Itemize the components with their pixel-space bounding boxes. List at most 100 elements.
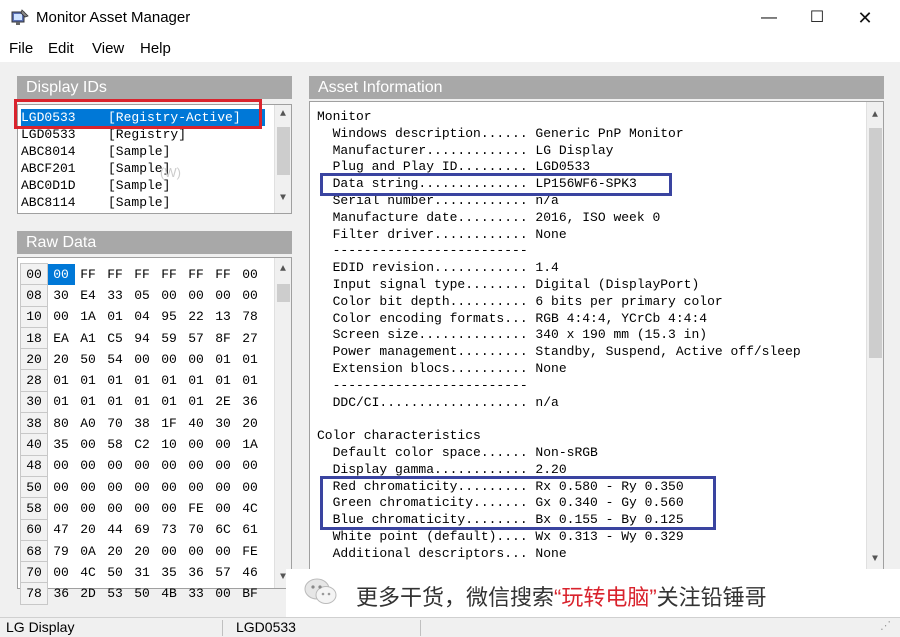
hex-byte[interactable]: 00 <box>183 434 210 455</box>
hex-byte[interactable]: 50 <box>75 349 102 370</box>
hex-byte[interactable]: FF <box>129 264 156 285</box>
hex-byte[interactable]: 00 <box>75 434 102 455</box>
hex-byte[interactable]: 00 <box>129 476 156 497</box>
hex-byte[interactable]: 00 <box>129 349 156 370</box>
hex-byte[interactable]: 00 <box>48 455 75 476</box>
hex-byte[interactable]: 00 <box>183 476 210 497</box>
hex-byte[interactable]: 27 <box>237 327 264 348</box>
minimize-button[interactable]: — <box>746 0 792 36</box>
display-id-item[interactable]: ABC8014 [Sample] <box>21 143 170 160</box>
hex-byte[interactable]: 53 <box>102 583 129 604</box>
hex-byte[interactable]: 8F <box>210 327 237 348</box>
hex-byte[interactable]: 00 <box>210 498 237 519</box>
hex-byte[interactable]: 00 <box>75 498 102 519</box>
hex-byte[interactable]: C5 <box>102 327 129 348</box>
hex-byte[interactable]: 73 <box>156 519 183 540</box>
hex-byte[interactable]: FF <box>156 264 183 285</box>
hex-byte[interactable]: 00 <box>183 285 210 306</box>
hex-byte[interactable]: 58 <box>102 434 129 455</box>
hex-byte[interactable]: 00 <box>183 540 210 561</box>
hex-byte[interactable]: 00 <box>48 498 75 519</box>
hex-byte[interactable]: 01 <box>156 370 183 391</box>
hex-byte[interactable]: 44 <box>102 519 129 540</box>
hex-byte[interactable]: FF <box>75 264 102 285</box>
hex-byte[interactable]: 36 <box>237 391 264 412</box>
menu-help[interactable]: Help <box>140 40 171 57</box>
hex-byte[interactable]: 00 <box>237 264 264 285</box>
maximize-button[interactable]: ☐ <box>794 0 840 36</box>
scroll-up-icon[interactable]: ▲ <box>275 264 291 275</box>
hex-byte[interactable]: 47 <box>48 519 75 540</box>
hex-byte[interactable]: 00 <box>210 285 237 306</box>
hex-byte[interactable]: 13 <box>210 306 237 327</box>
hex-byte[interactable]: 1A <box>237 434 264 455</box>
scroll-thumb[interactable] <box>869 128 882 358</box>
hex-byte[interactable]: 4C <box>237 498 264 519</box>
menu-view[interactable]: View <box>92 40 124 57</box>
hex-byte[interactable]: 00 <box>48 306 75 327</box>
hex-byte[interactable]: 00 <box>156 349 183 370</box>
hex-byte[interactable]: 20 <box>48 349 75 370</box>
hex-byte[interactable]: FE <box>237 540 264 561</box>
hex-byte[interactable]: 00 <box>156 476 183 497</box>
hex-byte[interactable]: 00 <box>75 455 102 476</box>
hex-byte[interactable]: 20 <box>75 519 102 540</box>
hex-byte[interactable]: 00 <box>102 476 129 497</box>
hex-byte[interactable]: 59 <box>156 327 183 348</box>
hex-byte[interactable]: 00 <box>48 476 75 497</box>
hex-byte[interactable]: C2 <box>129 434 156 455</box>
hex-byte[interactable]: 2D <box>75 583 102 604</box>
hex-byte[interactable]: 01 <box>129 370 156 391</box>
hex-byte[interactable]: 2E <box>210 391 237 412</box>
hex-byte[interactable]: 1F <box>156 413 183 434</box>
hex-byte[interactable]: 00 <box>48 562 75 583</box>
hex-byte[interactable]: 04 <box>129 306 156 327</box>
hex-byte[interactable]: 01 <box>183 391 210 412</box>
hex-byte[interactable]: 36 <box>48 583 75 604</box>
hex-byte[interactable]: 31 <box>129 562 156 583</box>
scroll-down-icon[interactable]: ▼ <box>275 193 291 204</box>
hex-byte[interactable]: 79 <box>48 540 75 561</box>
hex-byte[interactable]: A1 <box>75 327 102 348</box>
hex-byte[interactable]: 35 <box>156 562 183 583</box>
hex-byte[interactable]: 95 <box>156 306 183 327</box>
hex-byte[interactable]: FE <box>183 498 210 519</box>
hex-byte[interactable]: 78 <box>237 306 264 327</box>
hex-byte[interactable]: 00 <box>47 263 75 285</box>
hex-byte[interactable]: 35 <box>48 434 75 455</box>
hex-byte[interactable]: 00 <box>210 583 237 604</box>
hex-byte[interactable]: 20 <box>129 540 156 561</box>
scroll-up-icon[interactable]: ▲ <box>275 109 291 120</box>
hex-byte[interactable]: 00 <box>237 455 264 476</box>
hex-byte[interactable]: 30 <box>48 285 75 306</box>
hex-byte[interactable]: 00 <box>156 498 183 519</box>
hex-byte[interactable]: 94 <box>129 327 156 348</box>
hex-byte[interactable]: 4B <box>156 583 183 604</box>
hex-byte[interactable]: E4 <box>75 285 102 306</box>
hex-byte[interactable]: 00 <box>210 455 237 476</box>
hex-byte[interactable]: 69 <box>129 519 156 540</box>
hex-byte[interactable]: 10 <box>156 434 183 455</box>
hex-byte[interactable]: 01 <box>156 391 183 412</box>
hex-byte[interactable]: EA <box>48 327 75 348</box>
hex-byte[interactable]: 57 <box>210 562 237 583</box>
scroll-down-icon[interactable]: ▼ <box>867 554 883 565</box>
hex-byte[interactable]: FF <box>210 264 237 285</box>
hex-byte[interactable]: 80 <box>48 413 75 434</box>
display-ids-scrollbar[interactable]: ▲ ▼ <box>274 105 291 213</box>
hex-byte[interactable]: 38 <box>129 413 156 434</box>
hex-byte[interactable]: 0A <box>75 540 102 561</box>
hex-byte[interactable]: BF <box>237 583 264 604</box>
asset-info-scrollbar[interactable]: ▲ ▼ <box>866 102 883 570</box>
hex-byte[interactable]: 01 <box>75 370 102 391</box>
hex-byte[interactable]: 01 <box>48 370 75 391</box>
hex-byte[interactable]: 30 <box>210 413 237 434</box>
hex-byte[interactable]: 20 <box>102 540 129 561</box>
hex-byte[interactable]: 05 <box>129 285 156 306</box>
hex-byte[interactable]: 20 <box>237 413 264 434</box>
hex-byte[interactable]: 00 <box>183 349 210 370</box>
hex-byte[interactable]: 50 <box>129 583 156 604</box>
hex-byte[interactable]: 00 <box>237 285 264 306</box>
hex-byte[interactable]: 00 <box>156 285 183 306</box>
hex-byte[interactable]: 01 <box>210 370 237 391</box>
